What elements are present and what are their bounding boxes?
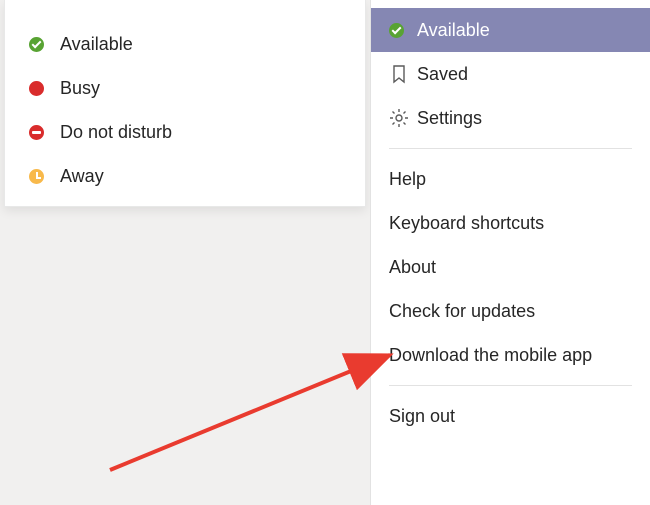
- menu-label: Help: [389, 169, 426, 190]
- presence-label: Busy: [60, 78, 100, 99]
- status-dot-dnd-icon: [29, 125, 44, 140]
- status-dot-away-icon: [29, 169, 44, 184]
- menu-divider: [389, 385, 632, 386]
- menu-item-help[interactable]: Help: [371, 157, 650, 201]
- menu-item-saved[interactable]: Saved: [371, 52, 650, 96]
- menu-divider: [389, 148, 632, 149]
- annotation-arrow-icon: [100, 340, 410, 480]
- status-dot-available-icon: [389, 23, 417, 38]
- menu-label: Settings: [417, 108, 482, 129]
- menu-item-sign-out[interactable]: Sign out: [371, 394, 650, 438]
- presence-item-dnd[interactable]: Do not disturb: [5, 110, 365, 154]
- status-dot-available-icon: [29, 37, 44, 52]
- menu-label: Available: [417, 20, 490, 41]
- menu-label: Check for updates: [389, 301, 535, 322]
- menu-item-download-mobile-app[interactable]: Download the mobile app: [371, 333, 650, 377]
- presence-item-away[interactable]: Away: [5, 154, 365, 198]
- presence-item-busy[interactable]: Busy: [5, 66, 365, 110]
- menu-label: Sign out: [389, 406, 455, 427]
- status-dot-busy-icon: [29, 81, 44, 96]
- menu-label: Download the mobile app: [389, 345, 592, 366]
- menu-item-about[interactable]: About: [371, 245, 650, 289]
- menu-item-keyboard-shortcuts[interactable]: Keyboard shortcuts: [371, 201, 650, 245]
- menu-label: About: [389, 257, 436, 278]
- menu-item-available[interactable]: Available: [371, 8, 650, 52]
- menu-item-settings[interactable]: Settings: [371, 96, 650, 140]
- bookmark-icon: [389, 64, 417, 84]
- presence-label: Do not disturb: [60, 122, 172, 143]
- menu-item-check-updates[interactable]: Check for updates: [371, 289, 650, 333]
- menu-label: Keyboard shortcuts: [389, 213, 544, 234]
- menu-label: Saved: [417, 64, 468, 85]
- presence-popup: Available Busy Do not disturb Away: [4, 0, 366, 207]
- presence-item-available[interactable]: Available: [5, 22, 365, 66]
- presence-label: Available: [60, 34, 133, 55]
- gear-icon: [389, 108, 417, 128]
- presence-label: Away: [60, 166, 104, 187]
- profile-menu: Available Saved Settings Help Keyboard s…: [370, 0, 650, 505]
